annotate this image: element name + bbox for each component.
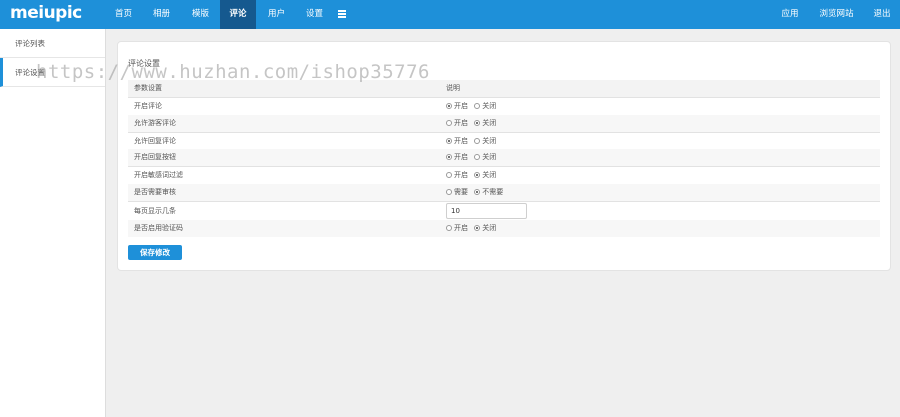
radio-group: 开启 关闭 xyxy=(446,98,500,115)
setting-row-per-page: 每页显示几条 10 xyxy=(128,201,880,220)
radio-button[interactable] xyxy=(474,103,481,110)
setting-label: 允许回复评论 xyxy=(134,136,176,145)
save-button[interactable]: 保存修改 xyxy=(128,245,182,260)
setting-label: 开启评论 xyxy=(134,102,162,111)
radio-label: 关闭 xyxy=(482,171,497,180)
per-page-input[interactable]: 10 xyxy=(446,203,527,220)
radio-label: 开启 xyxy=(454,153,468,162)
setting-row-reply-comments: 允许回复评论 开启 关闭 xyxy=(128,131,880,150)
radio-button[interactable] xyxy=(446,172,452,179)
radio-label: 开启 xyxy=(454,136,468,145)
top-navbar: meiupic 首页 相册 模版 评论 用户 设置 应用 浏览网站 退出 xyxy=(0,0,900,29)
setting-label: 是否启用验证码 xyxy=(134,224,183,233)
setting-label: 每页显示几条 xyxy=(134,207,176,216)
radio-group: 开启 关闭 xyxy=(446,115,500,132)
radio-button[interactable] xyxy=(446,103,452,110)
nav-item-logout[interactable]: 退出 xyxy=(868,0,896,29)
sidebar: 评论列表 评论设置 xyxy=(0,29,106,417)
setting-label: 允许游客评论 xyxy=(134,118,176,127)
radio-label: 关闭 xyxy=(482,153,497,162)
radio-group: 开启 关闭 xyxy=(446,149,500,166)
nav-item-home[interactable]: 首页 xyxy=(107,0,140,29)
radio-label: 开启 xyxy=(454,118,468,127)
radio-group: 开启 关闭 xyxy=(446,167,500,184)
radio-button[interactable] xyxy=(446,225,452,232)
radio-label: 不需要 xyxy=(482,187,504,196)
radio-button[interactable] xyxy=(474,172,481,179)
setting-label: 开启回复按钮 xyxy=(134,153,176,162)
radio-button[interactable] xyxy=(446,154,452,161)
radio-button[interactable] xyxy=(474,137,481,144)
nav-item-albums[interactable]: 相册 xyxy=(145,0,178,29)
nav-item-users[interactable]: 用户 xyxy=(260,0,293,29)
radio-group: 开启 关闭 xyxy=(446,220,500,237)
setting-row-guest-comments: 允许游客评论 开启 关闭 xyxy=(128,114,880,132)
radio-label: 关闭 xyxy=(482,118,497,127)
app-logo[interactable]: meiupic xyxy=(10,3,82,23)
nav-item-apps[interactable]: 应用 xyxy=(775,0,805,29)
radio-label: 关闭 xyxy=(482,136,497,145)
radio-group: 需要 不需要 xyxy=(446,184,507,201)
watermark-text: https://www.huzhan.com/ishop35776 xyxy=(36,61,430,83)
radio-group: 开启 关闭 xyxy=(446,133,500,150)
menu-icon[interactable] xyxy=(338,10,346,18)
setting-row-word-filter: 开启敏感词过滤 开启 关闭 xyxy=(128,166,880,183)
setting-row-captcha: 是否启用验证码 开启 关闭 xyxy=(128,220,880,238)
nav-item-view-site[interactable]: 浏览网站 xyxy=(815,0,858,29)
radio-button[interactable] xyxy=(474,188,481,195)
nav-item-comments[interactable]: 评论 xyxy=(220,0,256,29)
setting-label: 是否需要审核 xyxy=(134,187,176,196)
setting-row-reply-button: 开启回复按钮 开启 关闭 xyxy=(128,149,880,167)
radio-button[interactable] xyxy=(446,188,452,195)
radio-label: 开启 xyxy=(454,224,468,233)
radio-label: 开启 xyxy=(454,171,468,180)
nav-item-templates[interactable]: 模版 xyxy=(184,0,217,29)
setting-row-enable-comments: 开启评论 开启 关闭 xyxy=(128,97,880,114)
radio-button[interactable] xyxy=(474,119,481,126)
radio-label: 关闭 xyxy=(482,224,497,233)
setting-row-require-review: 是否需要审核 需要 不需要 xyxy=(128,183,880,202)
radio-label: 开启 xyxy=(454,102,468,111)
header-desc: 说明 xyxy=(446,84,460,92)
radio-button[interactable] xyxy=(446,119,452,126)
radio-button[interactable] xyxy=(446,137,452,144)
radio-button[interactable] xyxy=(474,154,481,161)
nav-item-settings[interactable]: 设置 xyxy=(298,0,331,29)
settings-table: 参数设置 说明 开启评论 开启 关闭 允许游客评论 开启 关闭 允许回复评论 开… xyxy=(128,80,880,238)
radio-label: 需要 xyxy=(454,187,468,196)
setting-label: 开启敏感词过滤 xyxy=(134,171,183,180)
radio-label: 关闭 xyxy=(482,102,497,111)
radio-button[interactable] xyxy=(474,225,481,232)
sidebar-item-comment-list[interactable]: 评论列表 xyxy=(0,29,105,58)
